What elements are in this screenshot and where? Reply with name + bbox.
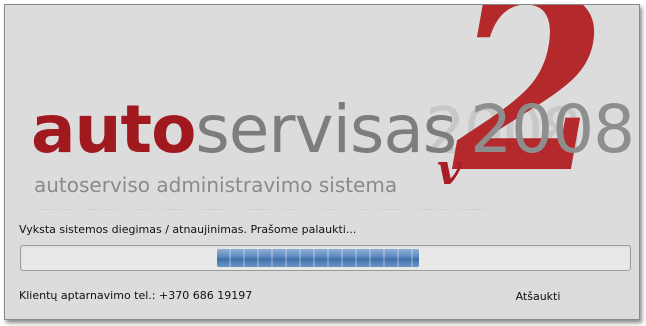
- logo-year: 2008: [470, 91, 635, 168]
- logo-reflection: autoservisas: [31, 203, 493, 210]
- logo-part-servisas: servisas: [195, 91, 457, 168]
- install-status-text: Vyksta sistemos diegimas / atnaujinimas.…: [19, 223, 357, 236]
- progress-marquee-fill: [217, 249, 419, 267]
- logo-part-auto: auto: [31, 91, 196, 168]
- support-phone-text: Klientų aptarnavimo tel.: +370 686 19197: [19, 289, 253, 302]
- cancel-button[interactable]: Atšaukti: [503, 287, 573, 307]
- brand-logo: 2008 2 v autoservisas autoservisas2008 a…: [5, 5, 639, 210]
- installer-splash-window: 2008 2 v autoservisas autoservisas2008 a…: [4, 4, 640, 320]
- logo-tagline: autoserviso administravimo sistema: [34, 173, 398, 197]
- install-progress-bar: [20, 245, 631, 271]
- logo-wordmark: autoservisas 2008: [31, 97, 635, 163]
